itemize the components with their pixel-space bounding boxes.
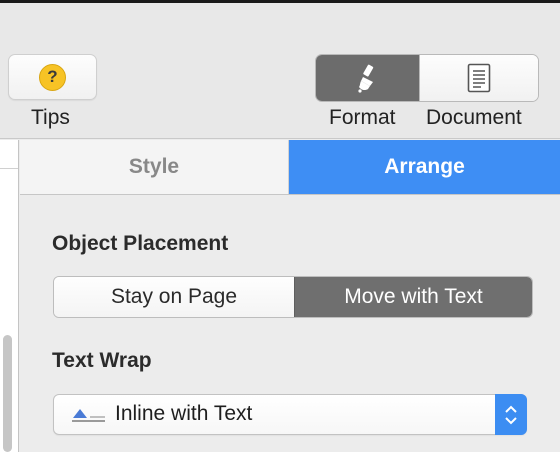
tips-button[interactable]: ?: [8, 54, 97, 100]
text-wrap-popup[interactable]: Inline with Text: [53, 394, 527, 435]
move-with-text-option[interactable]: Move with Text: [294, 277, 532, 317]
document-button[interactable]: [419, 55, 538, 101]
format-button[interactable]: [316, 55, 419, 101]
pane-divider: [0, 168, 18, 169]
document-icon: [467, 63, 491, 93]
tab-style[interactable]: Style: [20, 140, 289, 194]
vertical-scrollbar-thumb[interactable]: [3, 335, 12, 452]
inspector-tabs: Style Arrange: [20, 140, 560, 195]
object-placement-heading: Object Placement: [52, 232, 229, 255]
toolbar: ? Tips Format Document: [0, 3, 560, 139]
format-inspector: Style Arrange Object Placement Stay on P…: [20, 140, 560, 452]
popup-arrows[interactable]: [495, 394, 527, 435]
object-placement-control: Stay on Page Move with Text: [53, 276, 533, 318]
chevron-up-down-icon: [505, 405, 517, 424]
view-segmented-control: [315, 54, 539, 102]
format-label: Format: [329, 106, 396, 129]
stay-on-page-option[interactable]: Stay on Page: [54, 277, 294, 317]
text-wrap-value: Inline with Text: [115, 402, 253, 425]
text-wrap-heading: Text Wrap: [52, 349, 152, 372]
document-label: Document: [426, 106, 522, 129]
inline-wrap-icon: [72, 409, 105, 422]
question-circle-icon: ?: [39, 63, 66, 91]
tips-label: Tips: [31, 106, 70, 129]
paintbrush-icon: [357, 64, 373, 93]
document-canvas-edge: [0, 140, 19, 452]
tab-arrange[interactable]: Arrange: [289, 140, 560, 194]
